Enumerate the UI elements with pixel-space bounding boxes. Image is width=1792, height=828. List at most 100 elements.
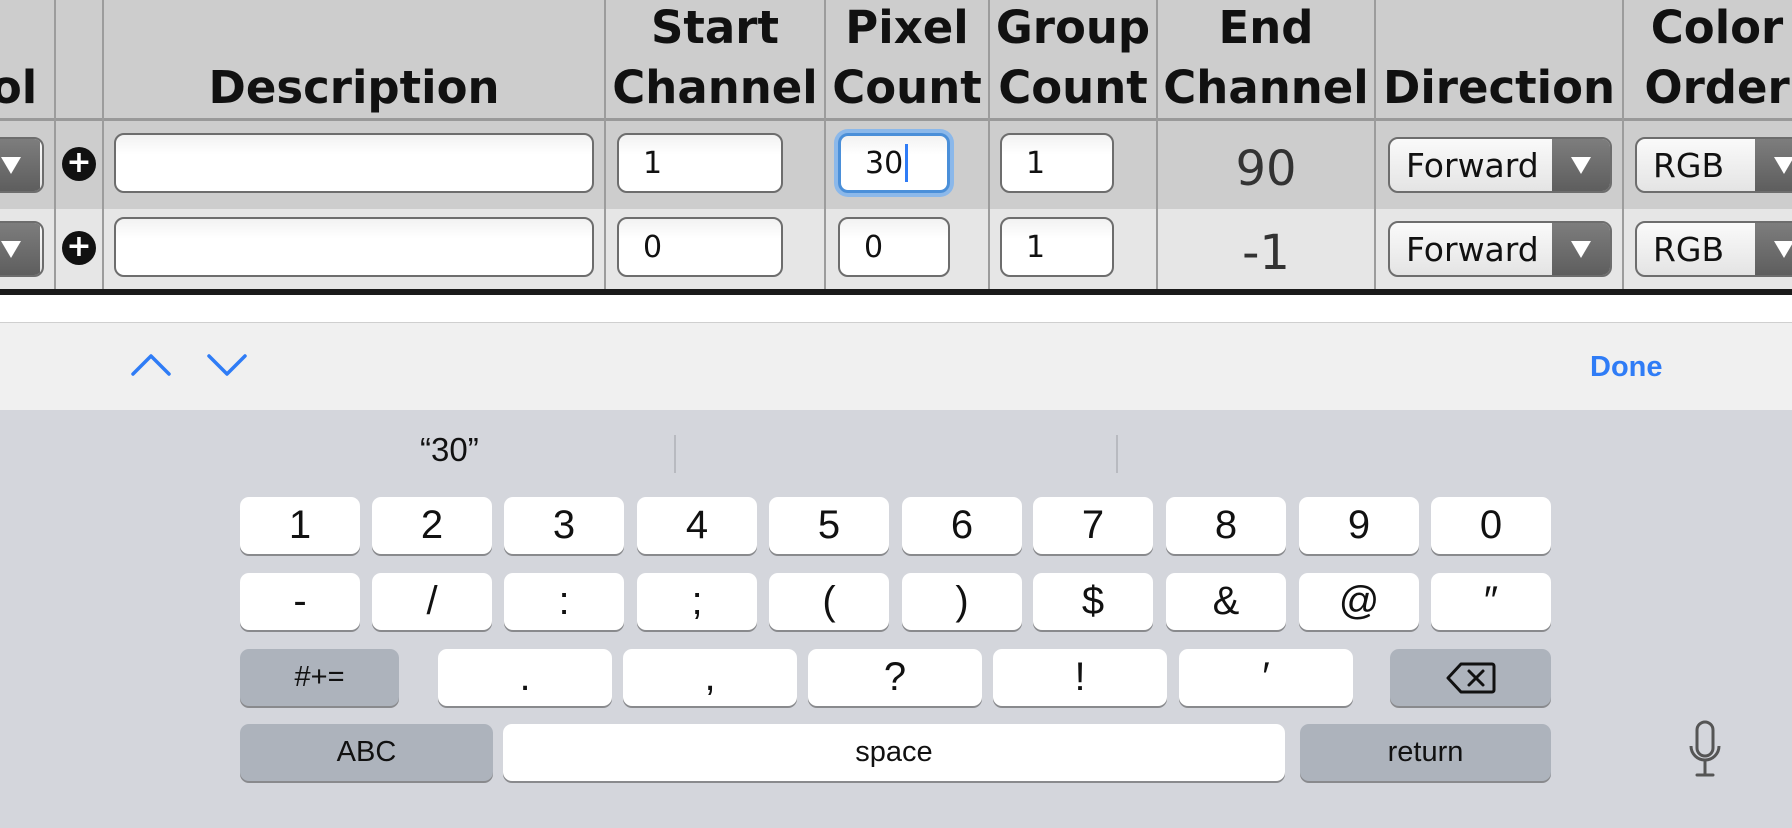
done-button[interactable]: Done [1590, 351, 1663, 384]
direction-select[interactable]: Forward [1388, 221, 1612, 277]
backspace-icon [1446, 662, 1495, 693]
key-dollar[interactable]: $ [1033, 573, 1153, 630]
key-4[interactable]: 4 [637, 497, 757, 554]
header-end-line1: End [1218, 1, 1314, 54]
header-protocol: ol [0, 0, 38, 120]
dropdown-arrow-icon [1571, 156, 1591, 174]
select-arrow [1552, 223, 1610, 275]
select-arrow [0, 139, 40, 191]
header-color-line2: Order [1644, 61, 1790, 114]
chevron-up-icon[interactable] [130, 349, 172, 379]
key-6[interactable]: 6 [902, 497, 1022, 554]
key-more-symbols[interactable]: #+= [240, 649, 399, 706]
header-start-channel: Start Channel [606, 0, 824, 120]
key-colon[interactable]: : [504, 573, 624, 630]
select-arrow [1552, 139, 1610, 191]
key-open-paren[interactable]: ( [769, 573, 889, 630]
suggestion-item[interactable]: “30” [420, 431, 479, 471]
description-input[interactable] [114, 133, 594, 193]
color-order-select[interactable]: RGB [1635, 221, 1792, 277]
key-comma[interactable]: , [623, 649, 797, 706]
table-row: + 1 30 1 90 Forward RGB [0, 121, 1792, 209]
text-cursor [905, 144, 909, 182]
header-pixel-count: Pixel Count [826, 0, 988, 120]
direction-value: Forward [1406, 145, 1539, 185]
start-channel-input[interactable]: 0 [617, 217, 783, 277]
direction-select[interactable]: Forward [1388, 137, 1612, 193]
table-row: + 0 0 1 -1 Forward RGB [0, 209, 1792, 289]
dropdown-arrow-icon [1774, 156, 1792, 174]
key-hyphen[interactable]: - [240, 573, 360, 630]
header-group-line2: Count [998, 61, 1148, 114]
group-count-input[interactable]: 1 [1000, 133, 1114, 193]
select-arrow [1755, 223, 1792, 275]
microphone-icon[interactable] [1688, 720, 1722, 780]
header-direction: Direction [1376, 0, 1622, 120]
protocol-select[interactable] [0, 221, 44, 277]
key-abc[interactable]: ABC [240, 724, 493, 781]
key-apostrophe[interactable]: ′ [1179, 649, 1353, 706]
delete-key[interactable] [1390, 649, 1551, 706]
select-arrow [0, 223, 40, 275]
table-header: ol Description Start Channel Pixel Count G… [0, 0, 1792, 121]
pixel-count-input[interactable]: 30 [838, 133, 950, 193]
column-divider [988, 0, 990, 289]
dropdown-arrow-icon [1, 156, 21, 174]
keyboard-accessory-bar: Done [0, 322, 1792, 411]
header-end-channel: End Channel [1158, 0, 1374, 120]
space-bar[interactable]: space [503, 724, 1285, 781]
key-close-paren[interactable]: ) [902, 573, 1022, 630]
header-color-line1: Color [1650, 1, 1784, 54]
color-order-select[interactable]: RGB [1635, 137, 1792, 193]
return-key[interactable]: return [1300, 724, 1551, 781]
key-5[interactable]: 5 [769, 497, 889, 554]
column-divider [1156, 0, 1158, 289]
header-start-line1: Start [651, 1, 779, 54]
dropdown-arrow-icon [1571, 240, 1591, 258]
end-channel-value: -1 [1242, 225, 1290, 281]
key-double-quote[interactable]: ″ [1431, 573, 1551, 630]
end-channel-value: 90 [1235, 141, 1297, 197]
chevron-down-icon[interactable] [206, 349, 248, 379]
pixel-count-value: 30 [865, 145, 904, 181]
color-order-value: RGB [1653, 229, 1725, 269]
key-exclamation[interactable]: ! [993, 649, 1167, 706]
add-row-icon[interactable]: + [62, 231, 96, 265]
column-divider [604, 0, 606, 289]
key-2[interactable]: 2 [372, 497, 492, 554]
key-question[interactable]: ? [808, 649, 982, 706]
header-direction-text: Direction [1382, 61, 1616, 114]
column-divider [54, 0, 56, 289]
description-input[interactable] [114, 217, 594, 277]
header-pixel-line1: Pixel [845, 1, 969, 54]
header-group-line1: Group [995, 1, 1151, 54]
key-at[interactable]: @ [1299, 573, 1419, 630]
start-channel-input[interactable]: 1 [617, 133, 783, 193]
suggestion-divider [1116, 435, 1118, 473]
color-order-value: RGB [1653, 145, 1725, 185]
table-bottom-border [0, 289, 1792, 295]
header-color-order: Color Order [1624, 0, 1792, 120]
header-group-count: Group Count [990, 0, 1156, 120]
dropdown-arrow-icon [1774, 240, 1792, 258]
key-0[interactable]: 0 [1431, 497, 1551, 554]
select-arrow [1755, 139, 1792, 191]
key-9[interactable]: 9 [1299, 497, 1419, 554]
column-divider [1374, 0, 1376, 289]
header-protocol-text: ol [0, 61, 38, 114]
key-semicolon[interactable]: ; [637, 573, 757, 630]
protocol-select[interactable] [0, 137, 44, 193]
column-divider [1622, 0, 1624, 289]
key-ampersand[interactable]: & [1166, 573, 1286, 630]
key-3[interactable]: 3 [504, 497, 624, 554]
group-count-input[interactable]: 1 [1000, 217, 1114, 277]
key-7[interactable]: 7 [1033, 497, 1153, 554]
key-slash[interactable]: / [372, 573, 492, 630]
add-row-icon[interactable]: + [62, 147, 96, 181]
key-8[interactable]: 8 [1166, 497, 1286, 554]
header-start-line2: Channel [612, 61, 818, 114]
key-1[interactable]: 1 [240, 497, 360, 554]
key-period[interactable]: . [438, 649, 612, 706]
pixel-count-input[interactable]: 0 [838, 217, 950, 277]
keyboard: “30” 1 2 3 4 5 6 7 8 9 0 - / : ; ( ) $ &… [0, 410, 1792, 828]
